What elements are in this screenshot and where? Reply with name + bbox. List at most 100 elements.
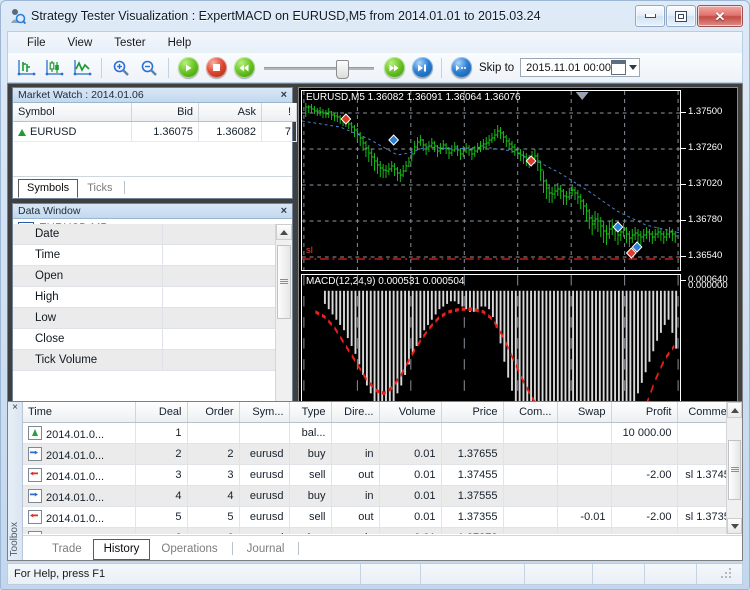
status-cell-2 <box>360 564 420 584</box>
calendar-icon[interactable] <box>611 60 626 75</box>
cell-direction <box>331 422 380 444</box>
zoom-out-icon[interactable] <box>135 55 163 81</box>
scrollbar-thumb[interactable] <box>277 245 291 319</box>
candlesticks <box>305 103 679 247</box>
entry-out-icon <box>28 509 42 524</box>
step-forward-icon[interactable] <box>408 55 436 81</box>
menu-tester[interactable]: Tester <box>103 34 156 52</box>
cell-price: 1.37655 <box>441 443 504 465</box>
data-window-item[interactable]: Close <box>13 329 275 350</box>
mw-col-bid[interactable]: Bid <box>131 103 199 122</box>
cell-time: 2014.01.0... <box>23 506 136 528</box>
col-price[interactable]: Price <box>441 402 504 423</box>
tab-trade[interactable]: Trade <box>41 539 93 560</box>
data-window-titlebar: Data Window × <box>13 204 292 219</box>
cell-profit <box>611 485 678 507</box>
market-watch-row[interactable]: EURUSD 1.36075 1.36082 7 10:36:37 <box>13 121 345 142</box>
cell-profit <box>611 443 678 465</box>
col-profit[interactable]: Profit <box>611 402 678 423</box>
table-row[interactable]: 2014.01.0... 6 6 eurusd buy in 0.01 1.37… <box>23 527 742 534</box>
mw-col-symbol[interactable]: Symbol <box>13 103 132 122</box>
data-window-close-icon[interactable]: × <box>279 205 289 217</box>
bar-chart-icon[interactable] <box>12 55 40 81</box>
line-chart-icon[interactable] <box>68 55 96 81</box>
data-window-item[interactable]: Open <box>13 266 275 287</box>
zoom-in-icon[interactable] <box>107 55 135 81</box>
price-gridlines <box>302 91 680 270</box>
menu-help[interactable]: Help <box>157 34 203 52</box>
table-row[interactable]: 2014.01.0... 2 2 eurusd buy in 0.01 1.37… <box>23 443 742 465</box>
maximize-button[interactable] <box>666 5 696 27</box>
tab-symbols[interactable]: Symbols <box>18 179 79 198</box>
col-time[interactable]: Time <box>23 402 136 423</box>
table-row[interactable]: 2014.01.0... 3 3 eurusd sell out 0.01 1.… <box>23 464 742 486</box>
window-frame: Strategy Tester Visualization : ExpertMA… <box>0 0 750 590</box>
market-watch-close-icon[interactable]: × <box>279 89 289 101</box>
cell-profit: -2.00 <box>611 464 678 486</box>
status-cell-4 <box>524 564 592 584</box>
entry-in-icon <box>28 530 42 534</box>
cell-volume: 0.01 <box>379 527 442 534</box>
table-row[interactable]: 2014.01.0... 5 5 eurusd sell out 0.01 1.… <box>23 506 742 528</box>
resize-grip-icon[interactable] <box>721 567 734 581</box>
tab-divider <box>124 181 126 194</box>
dw-label-tick-volume: Tick Volume <box>13 350 163 370</box>
history-table: Time Deal Order Sym... Type Dire... Volu… <box>23 402 742 534</box>
data-window-item[interactable]: Date <box>13 224 275 245</box>
stop-icon[interactable] <box>202 55 230 81</box>
scroll-up-button[interactable] <box>276 224 292 240</box>
chevron-down-icon[interactable] <box>629 65 637 70</box>
menu-bar: File View Tester Help <box>7 31 743 53</box>
toolbox-close-icon[interactable]: × <box>8 402 22 414</box>
fast-forward-icon[interactable] <box>380 55 408 81</box>
trade-markers <box>340 113 643 259</box>
cell-volume: 0.01 <box>379 464 442 486</box>
col-order[interactable]: Order <box>187 402 240 423</box>
tab-journal[interactable]: Journal <box>236 539 296 560</box>
col-deal[interactable]: Deal <box>135 402 188 423</box>
cell-type: sell <box>289 464 332 486</box>
menu-view[interactable]: View <box>57 34 104 52</box>
skip-to-input[interactable]: 2015.11.01 00:00 <box>520 58 640 77</box>
mw-col-spread[interactable]: ! <box>261 103 297 122</box>
table-row[interactable]: 2014.01.0... 4 4 eurusd buy in 0.01 1.37… <box>23 485 742 507</box>
price-pane[interactable]: EURUSD,M5 1.36082 1.36091 1.36064 1.3607… <box>301 90 681 271</box>
cell-commission <box>503 443 558 465</box>
skip-to-icon[interactable] <box>447 55 475 81</box>
cell-time: 2014.01.0... <box>23 527 136 534</box>
history-scrollbar[interactable] <box>726 402 742 534</box>
history-grid-wrap: Time Deal Order Sym... Type Dire... Volu… <box>23 402 742 534</box>
data-window-item[interactable]: Time <box>13 245 275 266</box>
tab-ticks[interactable]: Ticks <box>78 179 121 198</box>
rewind-icon[interactable] <box>230 55 258 81</box>
speed-slider[interactable] <box>264 58 374 79</box>
col-volume[interactable]: Volume <box>379 402 442 423</box>
tab-history[interactable]: History <box>92 539 151 560</box>
candlestick-chart-icon[interactable] <box>40 55 68 81</box>
tab-operations[interactable]: Operations <box>150 539 228 560</box>
mw-col-ask[interactable]: Ask <box>198 103 262 122</box>
data-window-item[interactable]: High <box>13 287 275 308</box>
toolbar-separator-3 <box>441 57 442 78</box>
cell-price: 1.37455 <box>441 464 504 486</box>
cell-direction: in <box>331 485 380 507</box>
close-button[interactable]: ✕ <box>697 5 743 27</box>
status-cell-6 <box>644 564 696 584</box>
play-icon[interactable] <box>174 55 202 81</box>
history-scrollbar-thumb[interactable] <box>728 440 741 500</box>
history-scroll-down-button[interactable] <box>727 518 742 534</box>
col-type[interactable]: Type <box>289 402 332 423</box>
table-row[interactable]: 2014.01.0... 1 bal... 10 000.00 <box>23 422 742 444</box>
cell-price: 1.37355 <box>441 506 504 528</box>
col-commission[interactable]: Com... <box>503 402 558 423</box>
data-window-item[interactable]: Low <box>13 308 275 329</box>
data-window-item[interactable]: Tick Volume <box>13 350 275 371</box>
menu-file[interactable]: File <box>16 34 57 52</box>
deposit-icon <box>28 425 42 440</box>
history-scroll-up-button[interactable] <box>727 402 742 418</box>
col-direction[interactable]: Dire... <box>331 402 380 423</box>
minimize-button[interactable] <box>635 5 665 27</box>
col-swap[interactable]: Swap <box>557 402 612 423</box>
col-symbol[interactable]: Sym... <box>239 402 290 423</box>
speed-slider-thumb[interactable] <box>336 59 349 79</box>
